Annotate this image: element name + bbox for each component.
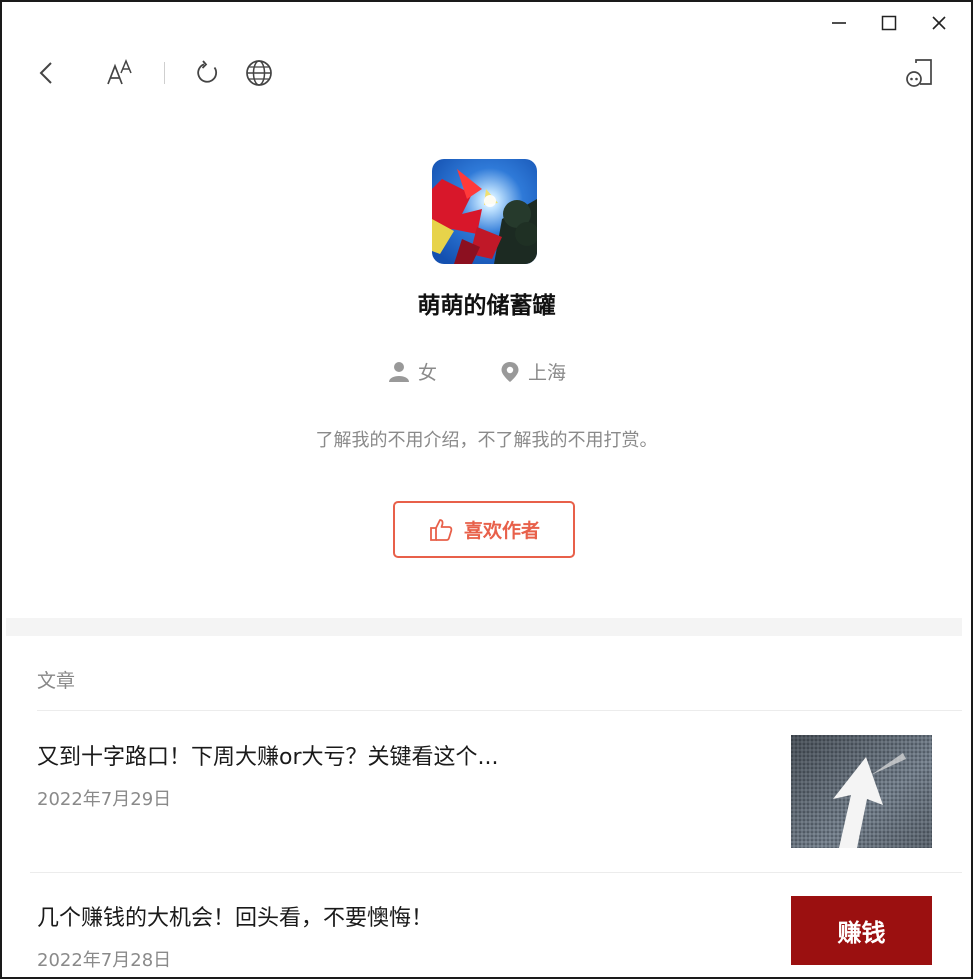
close-icon[interactable] [924, 10, 954, 36]
back-icon[interactable] [30, 56, 64, 90]
articles-section-title: 文章 [37, 670, 76, 692]
toolbar-separator [164, 62, 165, 84]
location-info: 上海 [500, 358, 566, 385]
article-thumbnail [791, 735, 932, 848]
person-icon [389, 361, 409, 382]
gender-label: 女 [418, 362, 438, 384]
profile-name: 萌萌的储蓄罐 [417, 293, 556, 319]
separator-line [30, 872, 962, 873]
minimize-icon[interactable] [824, 10, 854, 36]
article-title: 又到十字路口！下周大赚or大亏？关键看这个... [37, 745, 499, 770]
app-window: 萌萌的储蓄罐 女 上海 了解我的不用介绍，不了解我的不用打赏。 喜欢作者 文章 [0, 0, 973, 979]
gender-info: 女 [388, 358, 437, 385]
avatar[interactable] [432, 159, 537, 264]
article-thumbnail: 赚钱 [791, 896, 932, 965]
article-date: 2022年7月28日 [37, 950, 172, 971]
globe-icon[interactable] [242, 56, 276, 90]
profile-bio: 了解我的不用介绍，不了解我的不用打赏。 [315, 430, 658, 451]
profile-meta: 女 上海 [2, 358, 971, 384]
location-pin-icon [501, 361, 519, 382]
share-icon[interactable] [902, 56, 936, 90]
maximize-icon[interactable] [874, 10, 904, 36]
font-size-icon[interactable] [103, 56, 137, 90]
thumbs-up-icon [430, 518, 453, 541]
like-author-label: 喜欢作者 [463, 520, 540, 542]
like-author-button[interactable]: 喜欢作者 [393, 501, 575, 558]
article-item[interactable]: 又到十字路口！下周大赚or大亏？关键看这个... 2022年7月29日 [37, 735, 932, 859]
article-title: 几个赚钱的大机会！回头看，不要懊悔！ [37, 906, 434, 931]
article-date: 2022年7月29日 [37, 789, 172, 810]
city-label: 上海 [528, 362, 567, 384]
separator-line [37, 710, 962, 711]
article-item[interactable]: 几个赚钱的大机会！回头看，不要懊悔！ 2022年7月28日 赚钱 [37, 896, 932, 977]
refresh-icon[interactable] [191, 56, 225, 90]
section-divider [6, 618, 962, 636]
